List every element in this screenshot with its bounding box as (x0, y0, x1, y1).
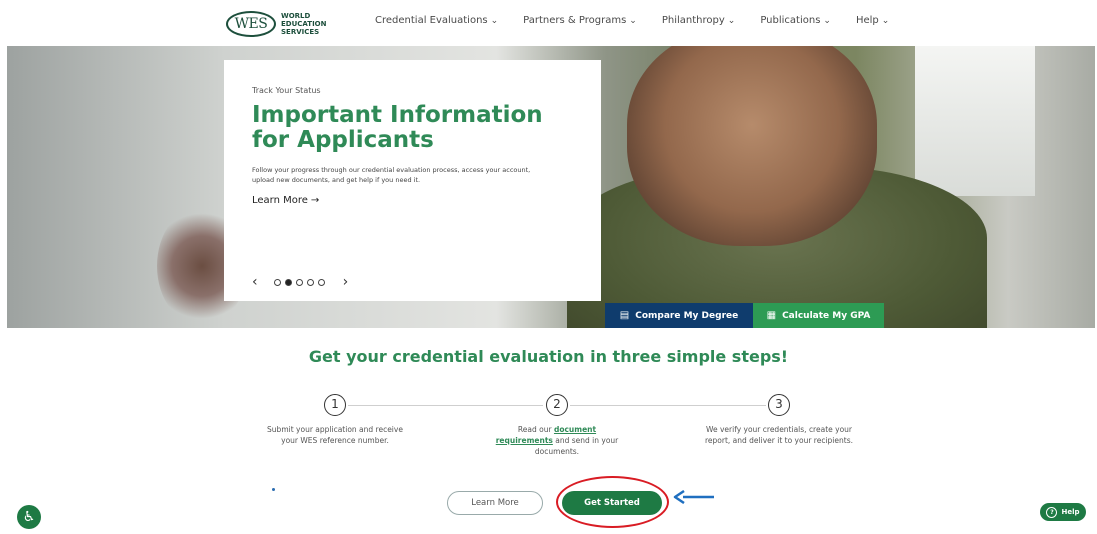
chevron-down-icon: ⌄ (881, 16, 890, 26)
step-description: We verify your credentials, create your … (705, 425, 853, 445)
step-number: 1 (324, 394, 346, 416)
carousel-dot[interactable] (317, 278, 325, 286)
step-number: 2 (546, 394, 568, 416)
help-button[interactable]: ? Help (1040, 503, 1086, 521)
decorative-dot (272, 488, 275, 491)
carousel-dot[interactable] (273, 278, 281, 286)
chevron-down-icon: ⌄ (490, 16, 499, 26)
step-description: Submit your application and receive your… (267, 425, 403, 445)
hero-card: Track Your Status Important Information … (224, 60, 601, 301)
wes-logo[interactable]: WES WORLD EDUCATION SERVICES (226, 9, 338, 39)
get-started-highlight-annotation (556, 476, 669, 528)
nav-credential-evaluations[interactable]: Credential Evaluations ⌄ (375, 15, 498, 26)
hero-background-window (915, 46, 1035, 196)
learn-more-button[interactable]: Learn More (447, 491, 543, 515)
compare-icon: ▤ (619, 310, 630, 321)
chevron-down-icon: ⌄ (823, 16, 831, 26)
compare-my-degree-button[interactable]: ▤ Compare My Degree (605, 303, 753, 328)
carousel-dot[interactable] (295, 278, 303, 286)
step-number: 3 (768, 394, 790, 416)
question-icon: ? (1046, 506, 1058, 518)
chevron-down-icon: ⌄ (727, 16, 736, 26)
carousel-controls: ‹ › (252, 274, 348, 290)
nav-philanthropy[interactable]: Philanthropy ⌄ (662, 15, 735, 26)
main-nav: Credential Evaluations ⌄ Partners & Progr… (375, 15, 914, 26)
step-2: 2 Read our document requirements and send… (482, 394, 632, 457)
hero-image-person-face (627, 46, 877, 246)
hero-learn-more-link[interactable]: Learn More → (252, 195, 573, 206)
step-1: 1 Submit your application and receive yo… (260, 394, 410, 446)
carousel-dot[interactable] (306, 278, 314, 286)
nav-publications[interactable]: Publications ⌄ (760, 15, 831, 26)
step-description: Read our document requirements and send i… (495, 425, 619, 456)
hero-title: Important Information for Applicants (252, 102, 543, 153)
hero-banner: Track Your Status Important Information … (7, 46, 1095, 328)
nav-help[interactable]: Help ⌄ (856, 15, 889, 26)
calculate-my-gpa-button[interactable]: ▦ Calculate My GPA (753, 303, 884, 328)
step-3: 3 We verify your credentials, create you… (704, 394, 854, 446)
wes-logo-text: WORLD EDUCATION SERVICES (281, 12, 327, 36)
annotation-arrow-icon (673, 490, 714, 504)
accessibility-icon[interactable]: ♿ (17, 505, 41, 529)
hero-eyebrow: Track Your Status (252, 86, 321, 95)
carousel-prev-icon[interactable]: ‹ (252, 274, 258, 290)
arrow-right-icon: → (310, 195, 320, 206)
hero-description: Follow your progress through our credent… (252, 166, 531, 184)
steps-heading: Get your credential evaluation in three … (308, 347, 789, 366)
calculator-icon: ▦ (766, 310, 777, 321)
carousel-next-icon[interactable]: › (343, 274, 349, 290)
nav-partners-programs[interactable]: Partners & Programs ⌄ (523, 15, 637, 26)
site-header: WES WORLD EDUCATION SERVICES Credential … (0, 0, 1097, 46)
carousel-dots (273, 278, 329, 286)
carousel-dot-active[interactable] (284, 278, 292, 286)
chevron-down-icon: ⌄ (629, 16, 637, 26)
wes-logo-mark: WES (226, 11, 276, 37)
